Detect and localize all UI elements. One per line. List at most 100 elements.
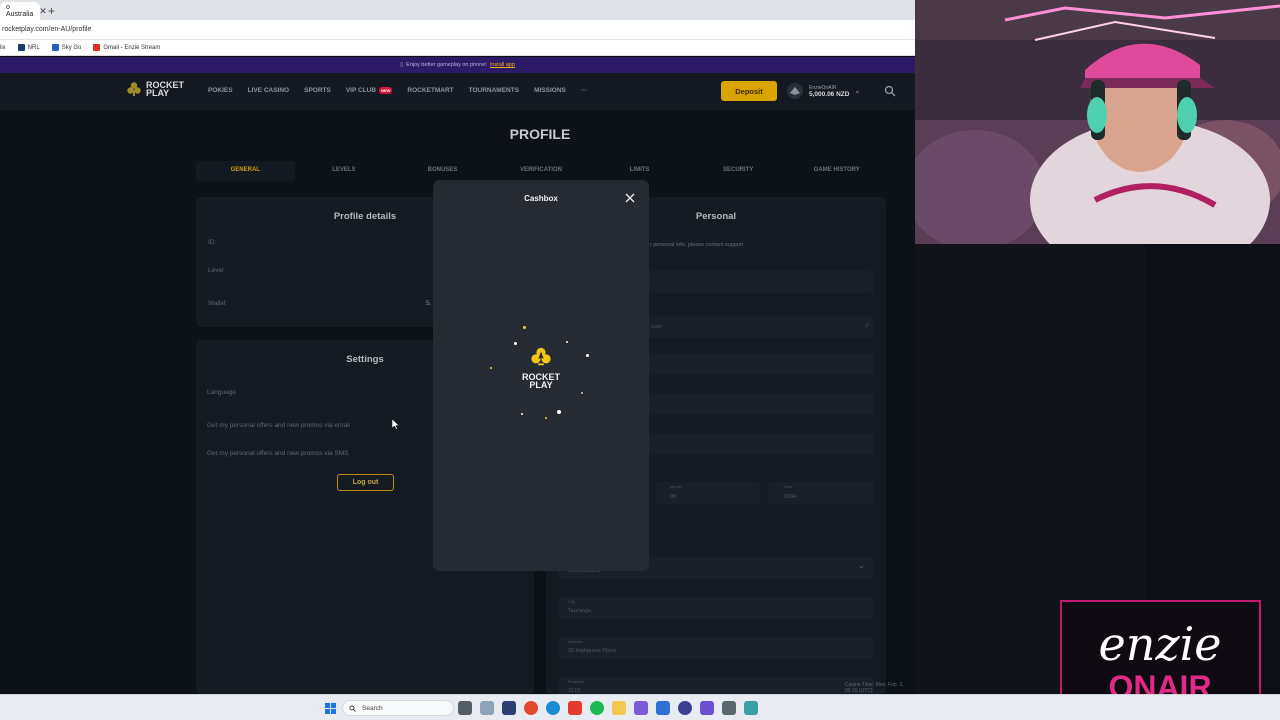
enzie-onair-logo-image: enzie ONAIR [1062,602,1259,705]
spinner-dot [521,413,523,415]
city-value: Tauranga [568,608,591,614]
profile-tabs: GENERAL LEVELS BONUSES VERIFICATION LIMI… [196,161,886,181]
brand-line1: enzie [1098,617,1221,671]
settings-icon[interactable] [722,701,736,715]
avatar-icon [787,83,803,99]
mouse-cursor-icon [392,419,400,430]
address-bar[interactable]: rocketplay.com/en-AU/profile [0,20,915,40]
taskbar-search[interactable]: Search [342,700,454,716]
wallet-value: 5. [426,300,432,307]
cashbox-modal: Cashbox ROCKET PLAY [433,180,649,571]
nav-sports[interactable]: SPORTS [304,87,331,94]
user-menu[interactable]: EnzieOnAIR 5,000.06 NZD ⌄ [786,82,860,100]
bookmark-item[interactable]: lix [0,45,6,51]
bookmark-item[interactable]: Gmail - Enzie Stream [93,44,160,51]
id-label: ID: [208,239,217,246]
windows-start-icon[interactable] [325,703,336,714]
promo-banner: ▯ Enjoy better gameplay on phone! Instal… [0,57,915,73]
birth-month-field[interactable]: Month 08 [656,482,760,504]
browser-tab-title: o Australia [6,4,34,18]
month-value: 08 [670,494,677,500]
bookmark-label: Gmail - Enzie Stream [103,44,161,51]
app-icon[interactable] [700,701,714,715]
bookmark-item[interactable]: Sky Go [51,44,82,51]
bookmark-item[interactable]: NRL [17,44,40,51]
email-promo-label[interactable]: Get my personal offers and new promos vi… [207,422,350,429]
app-icon[interactable] [568,701,582,715]
email-value: .com [650,324,662,330]
wallet-label: Wallet [208,300,226,307]
app-icon[interactable] [744,701,758,715]
new-badge: NEW [379,87,393,94]
tab-levels[interactable]: LEVELS [295,161,394,181]
spinner-dot [514,342,517,345]
chevron-down-icon: ⌄ [854,88,861,95]
install-app-link[interactable]: Install app [490,62,515,68]
spotify-icon[interactable] [590,701,604,715]
postcode-field[interactable]: Postcode 3110 [558,677,874,694]
nav-live-casino[interactable]: LIVE CASINO [248,87,290,94]
year-label: Year [784,484,793,489]
nav-vip-club[interactable]: VIP CLUB NEW [346,87,393,94]
tab-verification[interactable]: VERIFICATION [492,161,591,181]
language-label: Language [207,389,236,396]
webcam-image [915,0,1280,244]
tab-general[interactable]: GENERAL [196,161,295,181]
postcode-label: Postcode [568,679,585,684]
app-icon[interactable] [656,701,670,715]
promo-text: Enjoy better gameplay on phone! [406,62,487,68]
nav-rocketmart[interactable]: ROCKETMART [407,87,453,94]
tab-game-history[interactable]: GAME HISTORY [787,161,886,181]
search-icon[interactable] [884,85,896,97]
city-field[interactable]: City Tauranga [558,597,874,619]
app-icon[interactable] [634,701,648,715]
spinner-dot [545,417,547,419]
personal-note: r personal info, please contact support [650,242,744,248]
tab-limits[interactable]: LIMITS [590,161,689,181]
spinner-dot [523,326,526,329]
taskbar-search-placeholder: Search [362,704,383,712]
tab-bonuses[interactable]: BONUSES [393,161,492,181]
modal-title: Cashbox [524,194,558,203]
casino-time: Casino Time: Mon, Feb. 2, 09:15 (UTC) [845,682,904,694]
birth-year-field[interactable]: Year 1994 [768,482,874,504]
chrome-icon[interactable] [524,701,538,715]
rocketplay-logo: ROCKET PLAY [521,346,561,390]
modal-logo-line2: PLAY [529,380,553,390]
edge-icon[interactable] [546,701,560,715]
rocket-logo-icon [531,347,551,366]
obs-icon[interactable] [678,701,692,715]
site-header: ROCKET PLAY POKIES LIVE CASINO SPORTS VI… [0,73,915,110]
spinner-dot [566,341,568,343]
browser-tab[interactable]: o Australia ✕ [0,2,47,20]
enzie-onair-logo: enzie ONAIR [1060,600,1261,706]
nav-more[interactable]: ··· [581,87,588,94]
logout-button[interactable]: Log out [337,474,394,491]
rocket-logo-icon [127,82,141,96]
widgets-icon[interactable] [480,701,494,715]
chevron-down-icon: ⌄ [858,561,865,570]
bookmark-label: Sky Go [61,44,82,51]
nav-pokies[interactable]: POKIES [208,87,233,94]
sms-promo-label[interactable]: Get my personal offers and new promos vi… [207,450,349,457]
tab-close-icon[interactable]: ✕ [39,6,47,17]
site-logo[interactable]: ROCKET PLAY [126,81,184,98]
store-icon[interactable] [502,701,516,715]
page-title: PROFILE [509,126,571,142]
nav-tournaments[interactable]: TOURNAMENTS [469,87,519,94]
deposit-button[interactable]: Deposit [721,81,777,101]
task-view-icon[interactable] [458,701,472,715]
logo-line2: PLAY [146,88,170,98]
tab-security[interactable]: SECURITY [689,161,788,181]
taskbar-apps [458,701,758,715]
nav-missions[interactable]: MISSIONS [534,87,566,94]
url-text: rocketplay.com/en-AU/profile [2,26,92,33]
nav-vip-club-label: VIP CLUB [345,87,377,94]
address-field[interactable]: Address 20 Highgrove Place [558,637,874,659]
address-label: Address [568,639,583,644]
close-icon[interactable] [623,191,637,205]
new-tab-icon[interactable]: + [48,4,55,20]
search-icon [349,704,356,712]
year-value: 1994 [784,494,797,500]
folder-icon[interactable] [612,701,626,715]
